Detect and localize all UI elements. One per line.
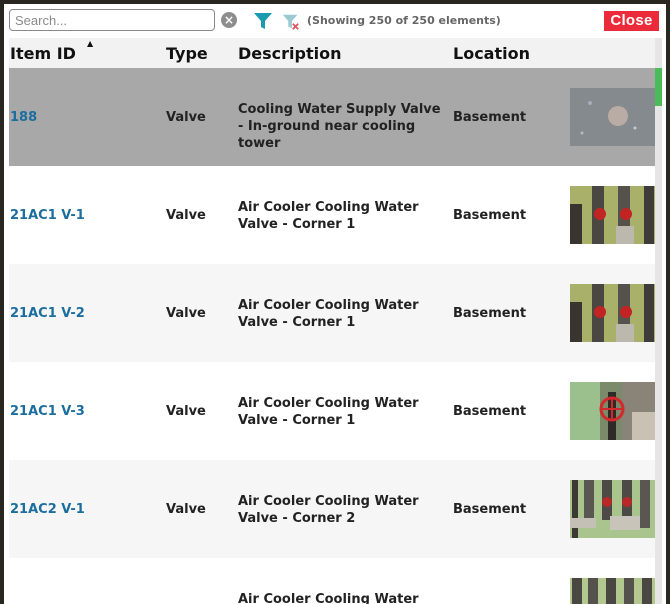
element-count: (Showing 250 of 250 elements) xyxy=(307,14,501,27)
item-photo[interactable] xyxy=(570,578,656,604)
item-description: Air Cooler Cooling Water Valve - Corner … xyxy=(238,493,450,527)
filter-icon[interactable] xyxy=(253,11,273,31)
item-id-link[interactable]: 21AC1 V-2 xyxy=(10,306,85,321)
column-header-item-id[interactable]: Item ID xyxy=(10,44,76,63)
item-list-panel: × (Showing 250 of 250 elements) Close It… xyxy=(4,4,666,604)
item-photo[interactable] xyxy=(570,382,656,440)
table-body: 188 Valve Cooling Water Supply Valve - I… xyxy=(9,68,659,604)
item-location: Basement xyxy=(453,502,526,517)
table-row[interactable]: 21AC2 V-1 Valve Air Cooler Cooling Water… xyxy=(9,460,659,558)
item-location: Basement xyxy=(453,208,526,223)
item-description: Cooling Water Supply Valve - In-ground n… xyxy=(238,101,450,152)
item-description: Air Cooler Cooling Water Valve xyxy=(238,591,450,604)
item-id-link[interactable]: 21AC1 V-3 xyxy=(10,404,85,419)
table-row[interactable]: 21AC1 V-3 Valve Air Cooler Cooling Water… xyxy=(9,362,659,460)
column-header-type[interactable]: Type xyxy=(166,44,208,63)
item-description: Air Cooler Cooling Water Valve - Corner … xyxy=(238,199,450,233)
item-id-link[interactable]: 188 xyxy=(10,110,37,125)
table-header: Item ID ▲ Type Description Location xyxy=(9,38,659,68)
item-type: Valve xyxy=(166,306,206,321)
column-header-location[interactable]: Location xyxy=(453,44,530,63)
table-row[interactable]: Air Cooler Cooling Water Valve xyxy=(9,558,659,604)
item-type: Valve xyxy=(166,502,206,517)
scrollbar[interactable] xyxy=(655,38,662,604)
item-type: Valve xyxy=(166,404,206,419)
item-description: Air Cooler Cooling Water Valve - Corner … xyxy=(238,395,450,429)
clear-search-icon[interactable]: × xyxy=(221,12,237,28)
item-description: Air Cooler Cooling Water Valve - Corner … xyxy=(238,297,450,331)
table-row[interactable]: 21AC1 V-2 Valve Air Cooler Cooling Water… xyxy=(9,264,659,362)
table-row[interactable]: 21AC1 V-1 Valve Air Cooler Cooling Water… xyxy=(9,166,659,264)
close-button[interactable]: Close xyxy=(604,11,659,31)
item-photo[interactable] xyxy=(570,284,656,342)
scrollbar-thumb[interactable] xyxy=(655,68,662,106)
filter-clear-icon[interactable] xyxy=(282,13,300,31)
item-location: Basement xyxy=(453,306,526,321)
item-id-link[interactable]: 21AC1 V-1 xyxy=(10,208,85,223)
item-type: Valve xyxy=(166,110,206,125)
item-location: Basement xyxy=(453,110,526,125)
item-photo[interactable] xyxy=(570,88,656,146)
toolbar: × (Showing 250 of 250 elements) Close xyxy=(4,4,666,38)
table-row[interactable]: 188 Valve Cooling Water Supply Valve - I… xyxy=(9,68,659,166)
item-type: Valve xyxy=(166,208,206,223)
item-id-link[interactable]: 21AC2 V-1 xyxy=(10,502,85,517)
item-photo[interactable] xyxy=(570,186,656,244)
sort-ascending-icon[interactable]: ▲ xyxy=(87,39,93,48)
search-input[interactable] xyxy=(9,9,215,31)
item-location: Basement xyxy=(453,404,526,419)
column-header-description[interactable]: Description xyxy=(238,44,341,63)
items-table: Item ID ▲ Type Description Location 188 … xyxy=(9,38,659,604)
item-photo[interactable] xyxy=(570,480,656,538)
